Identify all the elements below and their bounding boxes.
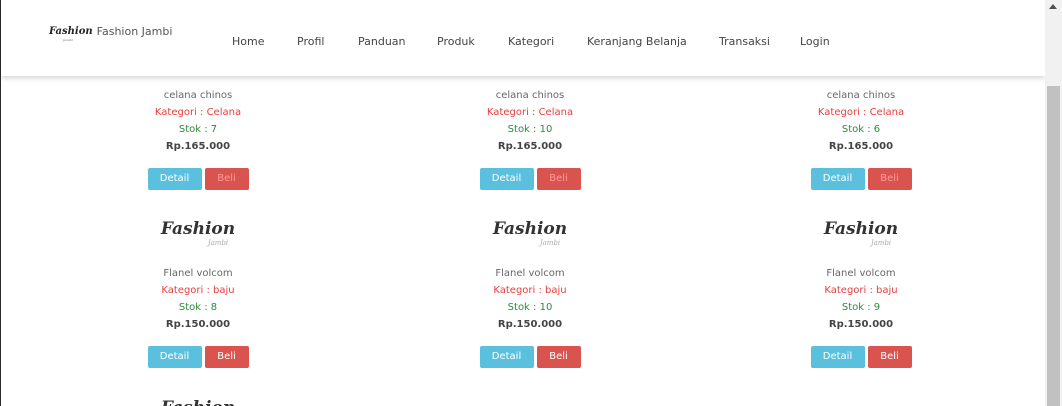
beli-button[interactable]: Beli <box>204 346 249 368</box>
product-actions: Detail Beli <box>430 168 630 190</box>
beli-button[interactable]: Beli <box>536 168 581 190</box>
detail-button[interactable]: Detail <box>810 346 865 368</box>
product-card: Flanel volcom Kategori : baju Stok : 8 R… <box>98 265 298 333</box>
product-name: Flanel volcom <box>826 268 896 279</box>
product-price: Rp.165.000 <box>828 141 894 152</box>
product-image[interactable]: Fashion Jambi <box>430 219 630 247</box>
scroll-up-arrow-icon[interactable] <box>1049 4 1057 9</box>
product-category: Kategori : Celana <box>486 107 574 118</box>
product-name: celana chinos <box>163 90 233 101</box>
product-price: Rp.165.000 <box>165 141 231 152</box>
product-name: celana chinos <box>495 90 565 101</box>
nav-profil[interactable]: Profil <box>297 35 324 49</box>
product-stock: Stok : 6 <box>841 124 881 135</box>
product-stock: Stok : 10 <box>507 124 553 135</box>
product-category: Kategori : Celana <box>154 107 242 118</box>
browser-viewport: Fashion Jambi Fashion Jambi Home Profil … <box>0 0 1045 406</box>
product-name: celana chinos <box>826 90 896 101</box>
product-actions: Detail Beli <box>98 346 298 368</box>
fashion-logo-sub: Jambi <box>207 239 229 247</box>
product-price: Rp.150.000 <box>165 319 231 330</box>
nav-home[interactable]: Home <box>232 35 264 49</box>
nav-keranjang-belanja[interactable]: Keranjang Belanja <box>587 35 687 49</box>
nav-login[interactable]: Login <box>800 35 830 49</box>
product-category: Kategori : baju <box>493 285 567 296</box>
product-card: celana chinos Kategori : Celana Stok : 7… <box>98 87 298 155</box>
product-card: Flanel volcom Kategori : baju Stok : 10 … <box>430 265 630 333</box>
product-image[interactable]: Fashion Jambi <box>98 219 298 247</box>
product-category: Kategori : Celana <box>817 107 905 118</box>
beli-button[interactable]: Beli <box>536 346 581 368</box>
scroll-thumb[interactable] <box>1047 86 1060 406</box>
product-stock: Stok : 10 <box>507 302 553 313</box>
product-category: Kategori : baju <box>824 285 898 296</box>
product-card: celana chinos Kategori : Celana Stok : 1… <box>430 87 630 155</box>
product-card: celana chinos Kategori : Celana Stok : 6… <box>761 87 961 155</box>
beli-button[interactable]: Beli <box>867 346 912 368</box>
product-actions: Detail Beli <box>430 346 630 368</box>
product-price: Rp.150.000 <box>497 319 563 330</box>
nav-kategori[interactable]: Kategori <box>508 35 554 49</box>
product-price: Rp.165.000 <box>497 141 563 152</box>
product-actions: Detail Beli <box>761 168 961 190</box>
product-category: Kategori : baju <box>161 285 235 296</box>
fashion-logo-sub: Jambi <box>870 239 892 247</box>
main-nav: Home Profil Panduan Produk Kategori Kera… <box>1 35 1045 49</box>
nav-transaksi[interactable]: Transaksi <box>719 35 770 49</box>
nav-produk[interactable]: Produk <box>437 35 475 49</box>
beli-button[interactable]: Beli <box>867 168 912 190</box>
product-stock: Stok : 9 <box>841 302 881 313</box>
product-image[interactable]: Fashion Jambi <box>761 219 961 247</box>
product-grid: celana chinos Kategori : Celana Stok : 7… <box>1 76 1045 406</box>
product-name: Flanel volcom <box>163 268 233 279</box>
detail-button[interactable]: Detail <box>147 168 202 190</box>
fashion-logo-text: Fashion <box>492 219 568 239</box>
product-name: Flanel volcom <box>495 268 565 279</box>
fashion-logo-text: Fashion <box>98 398 298 406</box>
product-stock: Stok : 7 <box>178 124 218 135</box>
detail-button[interactable]: Detail <box>810 168 865 190</box>
fashion-logo-sub: Jambi <box>539 239 561 247</box>
product-price: Rp.150.000 <box>828 319 894 330</box>
fashion-logo-text: Fashion <box>160 219 236 239</box>
detail-button[interactable]: Detail <box>479 346 534 368</box>
vertical-scrollbar[interactable] <box>1045 0 1062 406</box>
product-actions: Detail Beli <box>98 168 298 190</box>
detail-button[interactable]: Detail <box>479 168 534 190</box>
product-actions: Detail Beli <box>761 346 961 368</box>
product-card: Flanel volcom Kategori : baju Stok : 9 R… <box>761 265 961 333</box>
nav-panduan[interactable]: Panduan <box>358 35 406 49</box>
detail-button[interactable]: Detail <box>147 346 202 368</box>
navbar: Fashion Jambi Fashion Jambi Home Profil … <box>1 0 1045 76</box>
product-image[interactable]: Fashion <box>98 398 298 406</box>
product-stock: Stok : 8 <box>178 302 218 313</box>
beli-button[interactable]: Beli <box>204 168 249 190</box>
fashion-logo-text: Fashion <box>823 219 899 239</box>
